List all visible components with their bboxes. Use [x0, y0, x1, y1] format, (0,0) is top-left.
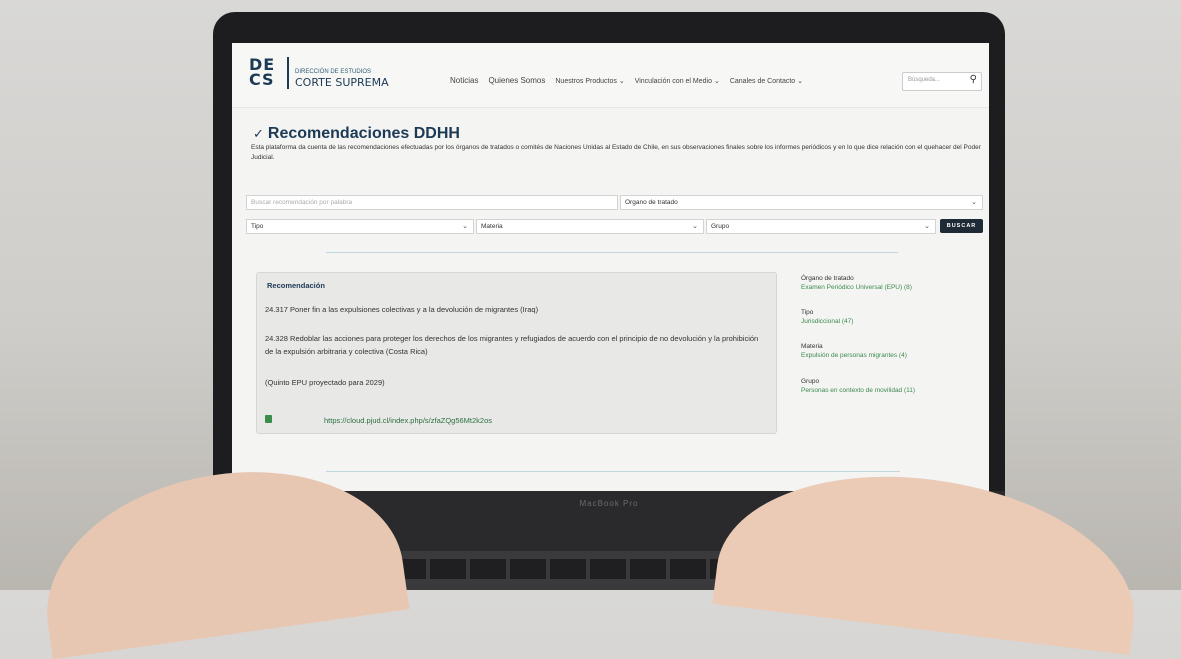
chevron-down-icon: ⌄	[692, 223, 698, 230]
check-icon: ✓	[253, 126, 264, 141]
nav-item-noticias[interactable]: Noticias	[450, 76, 478, 85]
chevron-down-icon: ⌄	[713, 77, 720, 85]
facet-value[interactable]: Personas en contexto de movilidad (11)	[801, 386, 915, 395]
facet-grupo: Grupo Personas en contexto de movilidad …	[801, 377, 915, 395]
grupo-select[interactable]: Grupo ⌄	[706, 219, 936, 234]
facet-organo: Órgano de tratado Examen Periódico Unive…	[801, 274, 912, 292]
nav-item-productos[interactable]: Nuestros Productos ⌄	[555, 77, 624, 85]
facet-heading: Tipo	[801, 309, 814, 316]
facet-heading: Materia	[801, 343, 823, 350]
logo-subtitle: DIRECCIÓN DE ESTUDIOS	[295, 69, 372, 75]
nav-item-vinculacion[interactable]: Vinculación con el Medio ⌄	[635, 77, 720, 85]
page-description: Esta plataforma da cuenta de las recomen…	[251, 144, 981, 161]
divider-top	[326, 252, 898, 253]
recommendation-text-1: 24.317 Poner fin a las expulsiones colec…	[265, 305, 539, 314]
logo-divider	[287, 57, 289, 89]
facet-value[interactable]: Expulsión de personas migrantes (4)	[801, 351, 907, 360]
recommendation-note: (Quinto EPU proyectado para 2029)	[265, 378, 385, 387]
divider-bottom	[326, 471, 900, 472]
facet-value[interactable]: Jurisdiccional (47)	[801, 317, 853, 326]
search-input[interactable]: Búsqueda... ⚲	[902, 72, 982, 91]
page-title: ✓ Recomendaciones DDHH	[253, 125, 460, 142]
browser-screen: DE CS DIRECCIÓN DE ESTUDIOS CORTE SUPREM…	[232, 43, 989, 491]
site-logo[interactable]: DE CS DIRECCIÓN DE ESTUDIOS CORTE SUPREM…	[249, 57, 389, 89]
keyword-search-input[interactable]: Buscar recomendación por palabra	[246, 195, 618, 210]
nav-item-quienes-somos[interactable]: Quienes Somos	[488, 76, 545, 85]
facet-materia: Materia Expulsión de personas migrantes …	[801, 342, 907, 360]
chevron-down-icon: ⌄	[924, 223, 930, 230]
tipo-select[interactable]: Tipo ⌄	[246, 219, 474, 234]
recommendation-card: Recomendación 24.317 Poner fin a las exp…	[256, 272, 777, 434]
main-nav: Noticias Quienes Somos Nuestros Producto…	[450, 76, 803, 85]
chevron-down-icon: ⌄	[971, 199, 977, 206]
chevron-down-icon: ⌄	[797, 77, 804, 85]
facet-tipo: Tipo Jurisdiccional (47)	[801, 308, 853, 326]
chevron-down-icon: ⌄	[462, 223, 468, 230]
facet-heading: Órgano de tratado	[801, 275, 854, 282]
chevron-down-icon: ⌄	[618, 77, 625, 85]
materia-select[interactable]: Materia ⌄	[476, 219, 704, 234]
organo-select[interactable]: Organo de tratado ⌄	[620, 195, 983, 210]
document-link[interactable]: https://cloud.pjud.cl/index.php/s/zfaZQg…	[324, 416, 492, 425]
logo-title: CORTE SUPREMA	[295, 76, 389, 89]
recommendation-text-2: 24.328 Redoblar las acciones para proteg…	[265, 334, 759, 356]
buscar-button[interactable]: BUSCAR	[940, 219, 983, 233]
facet-heading: Grupo	[801, 378, 820, 385]
search-placeholder: Búsqueda...	[908, 77, 941, 83]
document-icon	[265, 415, 272, 423]
site-header: DE CS DIRECCIÓN DE ESTUDIOS CORTE SUPREM…	[232, 43, 989, 108]
search-icon[interactable]: ⚲	[970, 74, 977, 85]
facet-value[interactable]: Examen Periódico Universal (EPU) (8)	[801, 283, 912, 292]
recommendation-label: Recomendación	[267, 281, 325, 290]
nav-item-contacto[interactable]: Canales de Contacto ⌄	[730, 77, 803, 85]
logo-letters-bottom: CS	[249, 70, 275, 89]
